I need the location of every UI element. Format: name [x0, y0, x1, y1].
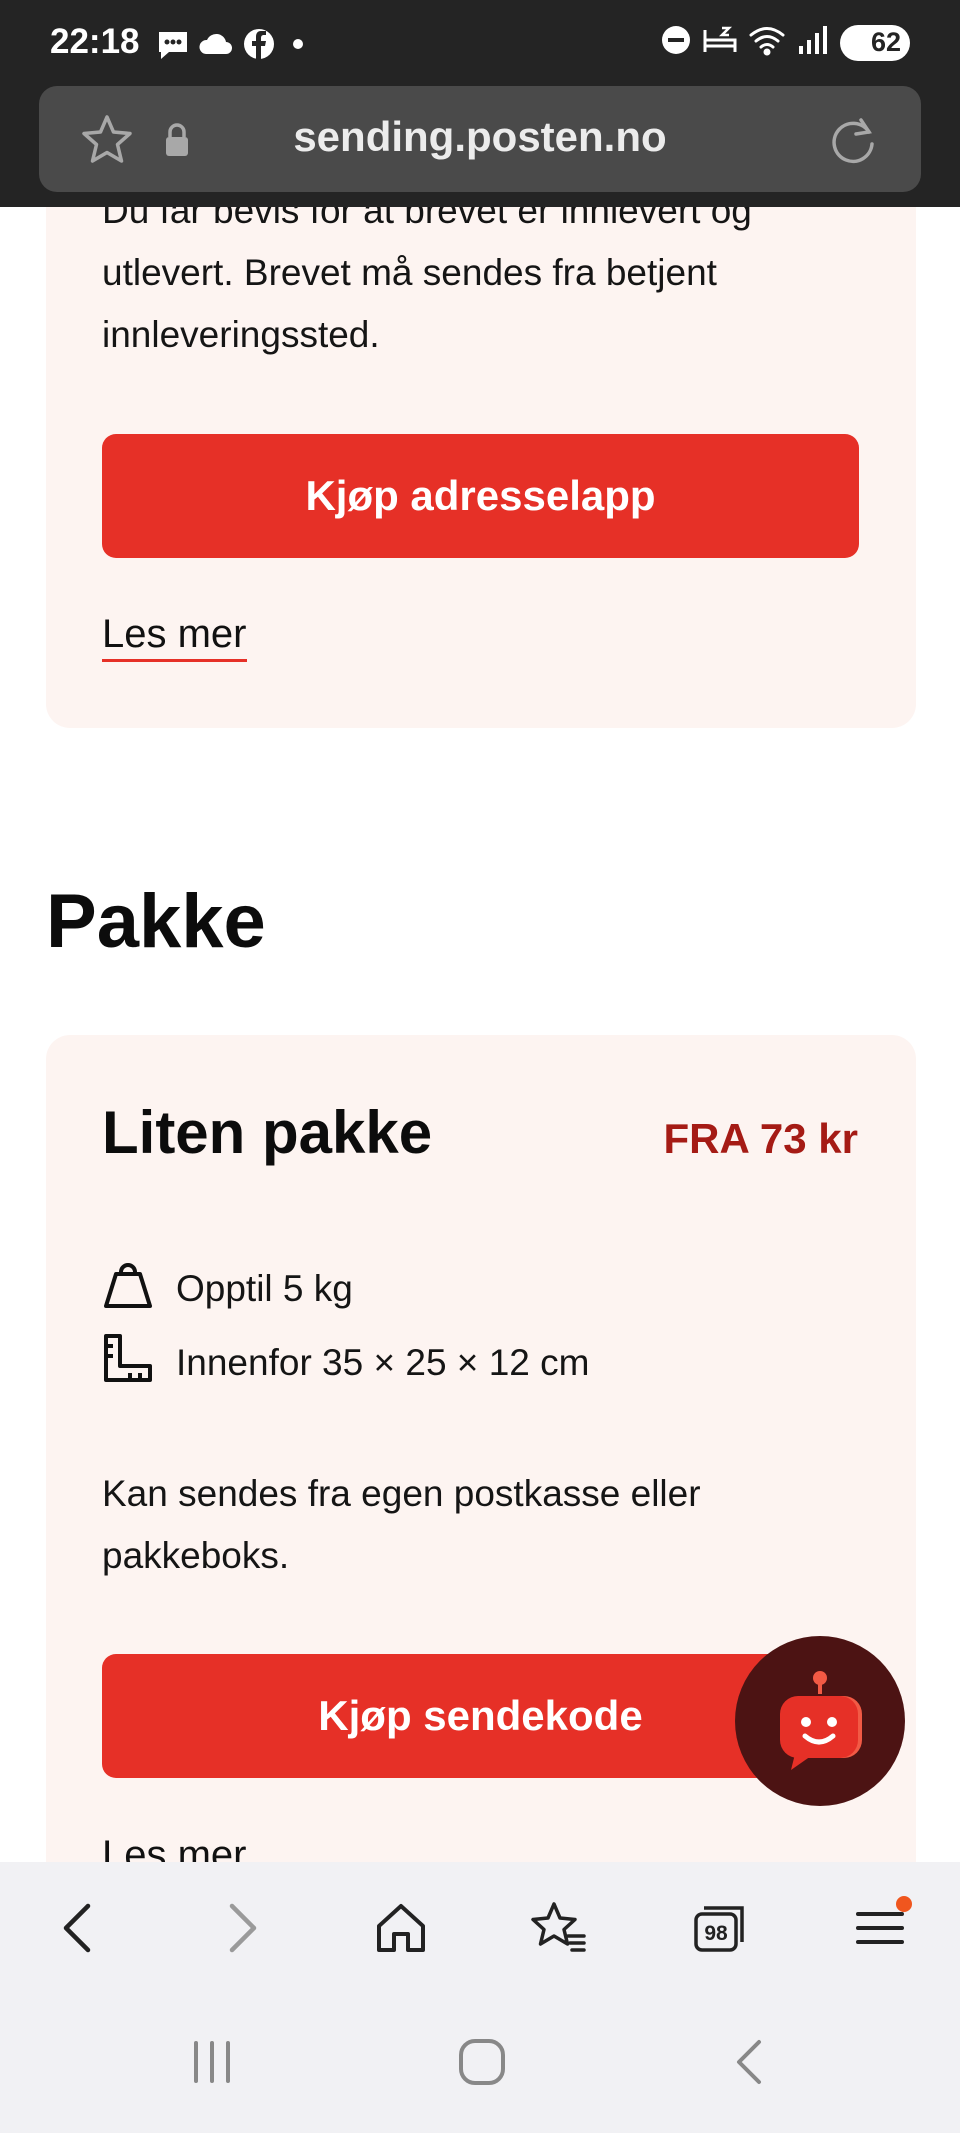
letter-description: utlevert. Brevet må sendes fra betjent i…	[102, 252, 717, 355]
home-button[interactable]	[369, 1896, 433, 1960]
package-price: FRA 73 kr	[663, 1115, 858, 1162]
menu-button[interactable]	[848, 1896, 912, 1960]
bookmarks-button[interactable]	[526, 1896, 590, 1960]
back-icon	[63, 1903, 91, 1953]
notification-icons	[155, 26, 313, 67]
url-bar[interactable]: sending.posten.no	[39, 86, 921, 192]
chatbot-icon	[780, 1671, 862, 1770]
cloud-icon	[197, 26, 235, 67]
status-bar: 22:18 62	[0, 0, 960, 86]
browser-top-chrome: 22:18 62 sending.posten.no	[0, 0, 960, 207]
section-heading-package: Pakke	[46, 879, 266, 964]
read-more-link-letter[interactable]: Les mer	[102, 612, 247, 662]
url-text[interactable]: sending.posten.no	[39, 113, 921, 161]
package-description: Kan sendes fra egen postkasse eller pakk…	[102, 1473, 701, 1576]
system-navigation-bar	[0, 1994, 960, 2133]
browser-toolbar: 98	[0, 1862, 960, 1994]
recents-icon	[194, 2041, 230, 2083]
wifi-icon	[748, 24, 786, 61]
chatbot-button[interactable]	[735, 1636, 905, 1806]
package-size-row: Innenfor 35 × 25 × 12 cm	[102, 1332, 589, 1393]
package-size-text: Innenfor 35 × 25 × 12 cm	[176, 1341, 590, 1383]
home-icon	[377, 1904, 425, 1952]
reload-icon[interactable]	[825, 112, 881, 173]
forward-button[interactable]	[210, 1896, 274, 1960]
tabs-button[interactable]: 98	[688, 1896, 752, 1960]
back-nav-button[interactable]	[720, 2032, 780, 2092]
home-nav-button[interactable]	[452, 2032, 512, 2092]
do-not-disturb-icon	[660, 24, 692, 61]
package-weight-text: Opptil 5 kg	[176, 1267, 353, 1309]
battery-level: 62	[870, 27, 901, 57]
weight-icon	[102, 1258, 154, 1319]
back-nav-icon	[737, 2040, 761, 2084]
ruler-icon	[102, 1332, 154, 1393]
back-button[interactable]	[46, 1896, 110, 1960]
package-weight-row: Opptil 5 kg	[102, 1258, 353, 1319]
menu-notification-dot	[896, 1896, 912, 1912]
battery-indicator: 62	[840, 24, 910, 61]
signal-icon	[796, 24, 830, 61]
dot-icon	[283, 26, 313, 67]
facebook-icon	[241, 26, 277, 67]
sleep-icon	[702, 24, 738, 61]
tab-count: 98	[704, 1922, 728, 1945]
tabs-icon: 98	[694, 1906, 744, 1952]
recents-button[interactable]	[182, 2032, 242, 2092]
forward-icon	[229, 1903, 257, 1953]
system-icons: 62	[660, 24, 910, 61]
status-time: 22:18	[50, 22, 140, 61]
chat-bubble-icon	[155, 26, 191, 67]
buy-address-label-button[interactable]: Kjøp adresselapp	[102, 434, 859, 558]
bookmarks-icon	[531, 1902, 586, 1952]
package-title: Liten pakke	[102, 1099, 433, 1166]
home-button-icon	[459, 2039, 505, 2085]
